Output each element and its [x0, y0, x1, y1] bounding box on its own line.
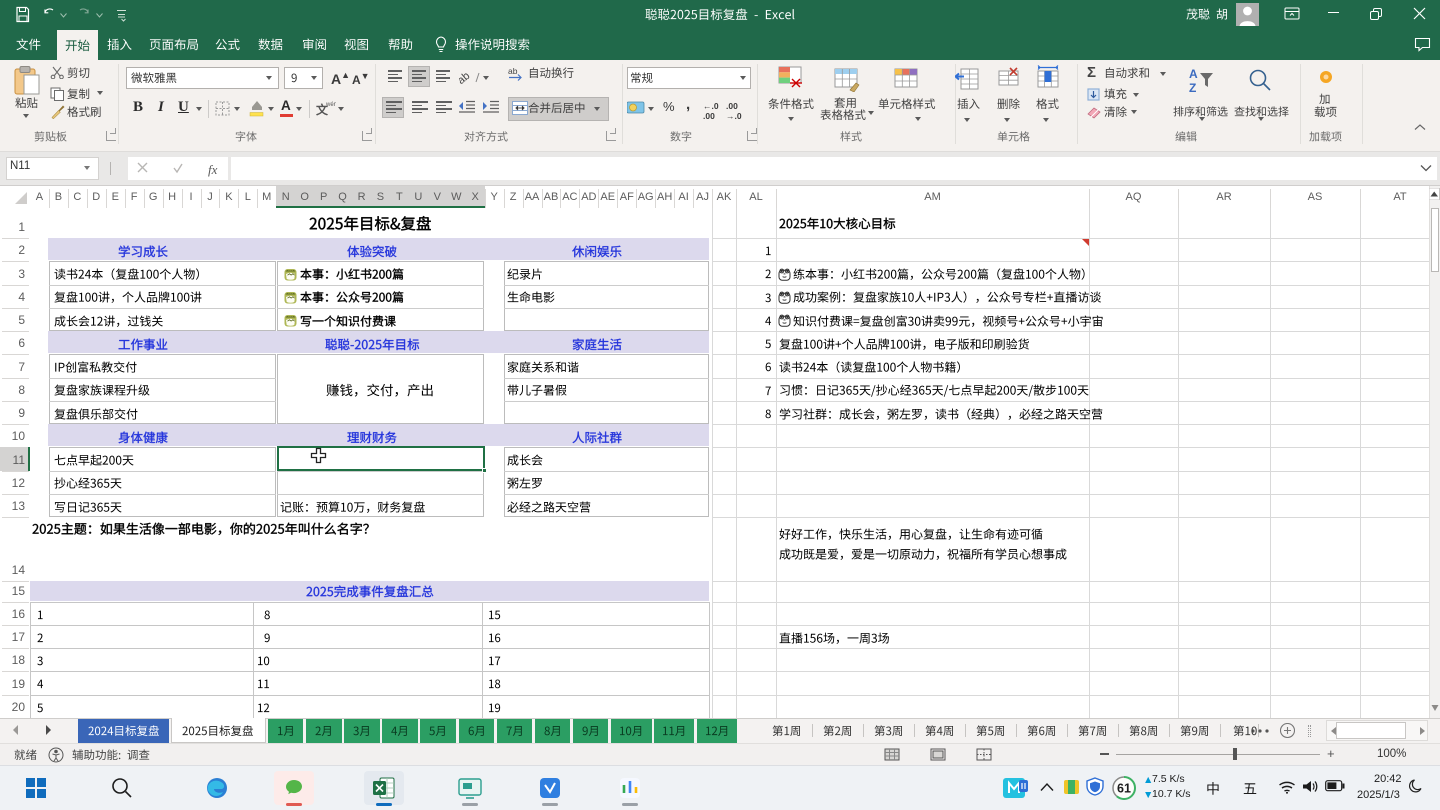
svg-text:fx: fx — [208, 162, 218, 177]
svg-text:A: A — [1189, 67, 1198, 81]
svg-text:ab: ab — [459, 70, 472, 86]
svg-text:ab: ab — [508, 66, 518, 76]
svg-text:wén: wén — [325, 102, 336, 108]
svg-text:Z: Z — [1189, 81, 1196, 95]
svg-text:61: 61 — [1117, 782, 1131, 796]
